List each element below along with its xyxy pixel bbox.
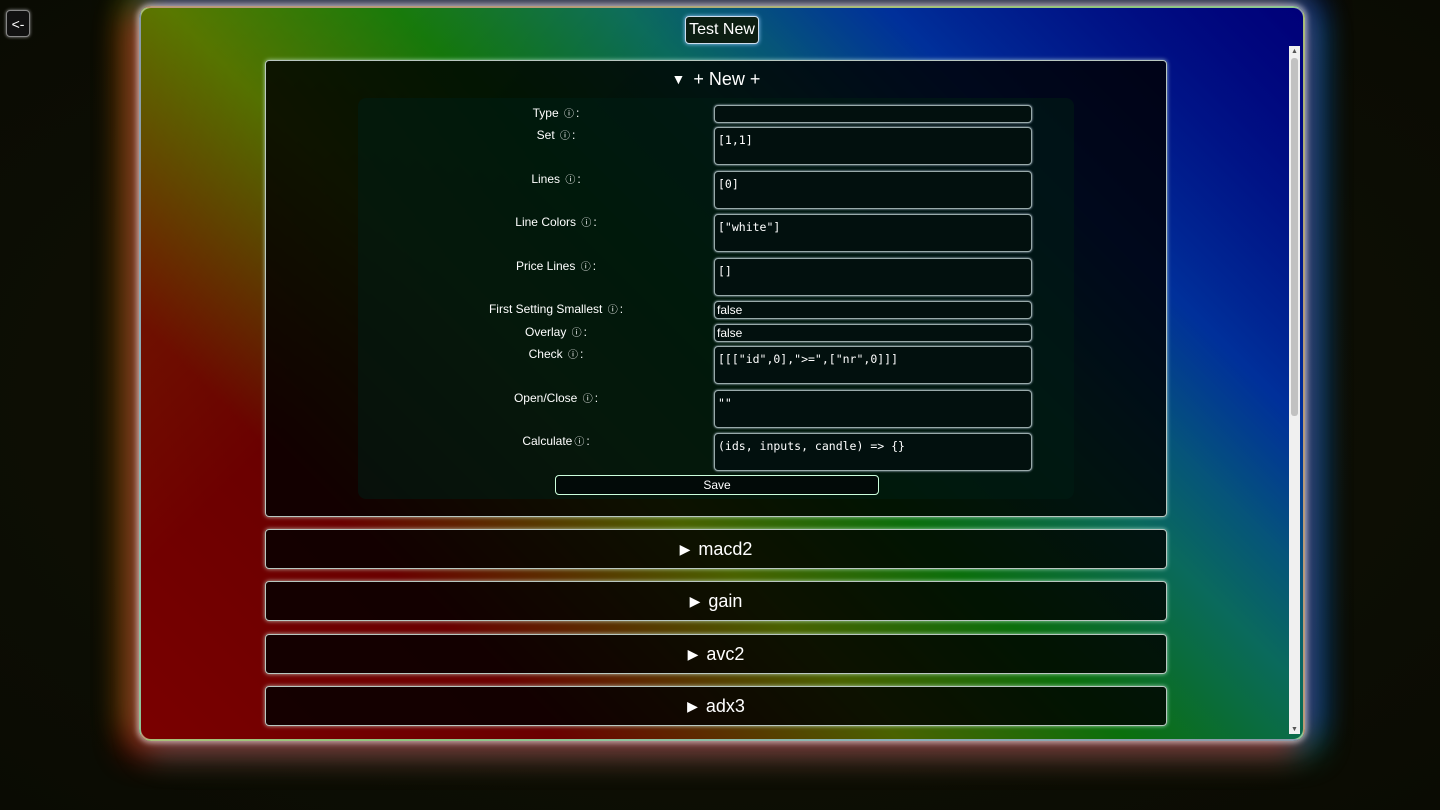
info-icon[interactable]: ⓘ [572,324,582,339]
section-gain: ▶ gain [265,581,1167,621]
info-icon[interactable]: ⓘ [568,346,578,361]
info-icon[interactable]: ⓘ [574,433,584,448]
new-indicator-title: + New + [693,68,761,89]
field-label: Check ⓘ: [528,346,584,361]
field-label: Overlay ⓘ: [524,324,588,339]
scroll-up-arrow-icon[interactable]: ▲ [1289,46,1300,56]
info-icon[interactable]: ⓘ [565,171,575,186]
section-title: adx3 [705,695,745,716]
main-window: Test New ▼ + New + Type ⓘ: Set ⓘ: [1,1] … [139,6,1305,741]
first-setting-smallest-input[interactable]: false [714,301,1032,319]
section-title: gain [708,590,743,611]
info-icon[interactable]: ⓘ [608,301,618,316]
collapsed-triangle-icon: ▶ [679,540,691,557]
expanded-triangle-icon: ▼ [671,71,686,87]
check-textarea[interactable]: [[["id",0],">=",["nr",0]]] [714,346,1032,384]
section-title: avc2 [706,643,745,664]
info-icon[interactable]: ⓘ [583,390,593,405]
collapsed-triangle-icon: ▶ [687,645,699,662]
info-icon[interactable]: ⓘ [581,258,591,273]
indicator-form: Type ⓘ: Set ⓘ: [1,1] Lines ⓘ: [0] Line C… [358,98,1074,499]
open-close-textarea[interactable]: "" [714,390,1032,428]
section-avc2: ▶ avc2 [265,634,1167,674]
field-label: Price Lines ⓘ: [515,258,597,273]
new-indicator-summary[interactable]: ▼ + New + [266,61,1166,97]
field-label: Calculate ⓘ: [522,433,590,448]
field-label: Open/Close ⓘ: [513,390,599,405]
section-summary[interactable]: ▶ adx3 [266,687,1166,725]
section-title: macd2 [698,538,753,559]
field-label: Lines ⓘ: [531,171,581,186]
line-colors-textarea[interactable]: ["white"] [714,214,1032,252]
calculate-textarea[interactable]: (ids, inputs, candle) => {} [714,433,1032,471]
info-icon[interactable]: ⓘ [581,214,591,229]
price-lines-textarea[interactable]: [] [714,258,1032,296]
scroll-down-arrow-icon[interactable]: ▼ [1289,724,1300,734]
section-adx3: ▶ adx3 [265,686,1167,726]
set-textarea[interactable]: [1,1] [714,127,1032,165]
info-icon[interactable]: ⓘ [564,105,574,120]
section-macd2: ▶ macd2 [265,529,1167,569]
save-button[interactable]: Save [555,475,879,495]
section-summary[interactable]: ▶ macd2 [266,530,1166,568]
lines-textarea[interactable]: [0] [714,171,1032,209]
field-label: First Setting Smallest ⓘ: [488,301,624,316]
section-summary[interactable]: ▶ avc2 [266,635,1166,673]
overlay-input[interactable]: false [714,324,1032,342]
back-button[interactable]: <- [6,10,30,37]
field-label: Set ⓘ: [536,127,576,142]
info-icon[interactable]: ⓘ [560,127,570,142]
type-input[interactable] [714,105,1032,123]
vertical-scrollbar[interactable]: ▲ ▼ [1289,46,1300,734]
scroll-thumb[interactable] [1291,58,1298,416]
collapsed-triangle-icon: ▶ [687,697,698,714]
collapsed-triangle-icon: ▶ [689,592,701,609]
window-title-button[interactable]: Test New [685,16,759,44]
field-label: Line Colors ⓘ: [515,214,597,229]
section-summary[interactable]: ▶ gain [266,582,1166,620]
new-indicator-panel: ▼ + New + Type ⓘ: Set ⓘ: [1,1] Lines ⓘ: … [265,60,1167,517]
field-label: Type ⓘ: [532,105,580,120]
